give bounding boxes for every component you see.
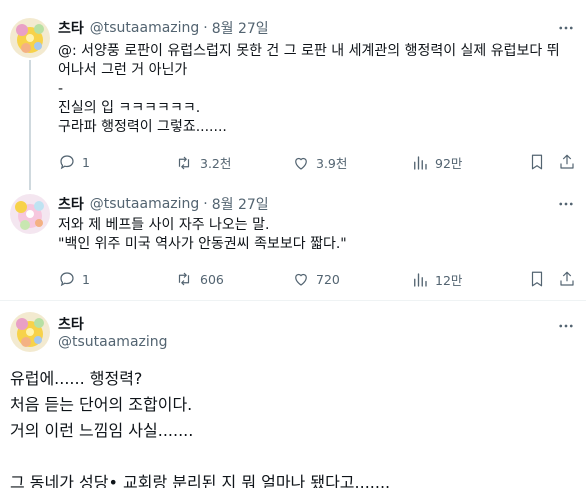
author-name[interactable]: 츠타 [58, 18, 84, 38]
post-divider [0, 300, 586, 301]
views-count: 92만 [435, 156, 463, 171]
post-text: @: 서양풍 로판이 유럽스럽지 못한 건 그 로판 내 세계관의 행정력이 실… [58, 43, 560, 135]
separator-dot: · [203, 196, 208, 212]
author-handle[interactable]: @tsutaamazing [58, 334, 168, 350]
share-icon[interactable] [558, 270, 576, 292]
post-header: 츠타 @tsutaamazing · 8월 27일 [58, 18, 269, 38]
post-text: 저와 제 베프들 사이 자주 나오는 말. "백인 위주 미국 역사가 안동권씨… [58, 217, 347, 252]
author-name[interactable]: 츠타 [58, 194, 84, 214]
avatar[interactable] [10, 194, 50, 234]
like-count: 3.9천 [316, 156, 348, 171]
avatar[interactable] [10, 18, 50, 58]
views-icon [414, 272, 427, 287]
reply-icon [60, 155, 74, 170]
repost-button[interactable]: 3.2천 [174, 153, 231, 172]
reply-count: 1 [82, 154, 90, 170]
repost-button[interactable]: 606 [174, 270, 224, 288]
like-button[interactable]: 3.9천 [292, 153, 347, 172]
post-header: 츠타 @tsutaamazing · 8월 27일 [58, 194, 269, 214]
repost-icon [178, 272, 190, 286]
reply-count: 1 [82, 271, 90, 287]
post-actions: 1 606 720 12만 [58, 270, 578, 290]
repost-icon [178, 156, 190, 169]
reply-button[interactable]: 1 [58, 270, 90, 288]
share-icon[interactable] [558, 153, 576, 175]
reply-button[interactable]: 1 [58, 153, 90, 171]
bookmark-icon[interactable] [528, 270, 546, 292]
post-actions: 1 3.2천 3.9천 92만 [58, 153, 578, 173]
like-icon [295, 157, 307, 170]
separator-dot: · [203, 20, 208, 36]
main-post-text: 유럽에...... 행정력? 처음 듣는 단어의 조합이다. 거의 이런 느낌임… [10, 369, 391, 488]
avatar[interactable] [10, 312, 50, 352]
author-handle[interactable]: @tsutaamazing [90, 196, 200, 212]
views-icon [414, 155, 427, 170]
thread-line [29, 60, 31, 190]
more-icon[interactable] [556, 194, 576, 214]
repost-count: 606 [200, 271, 224, 287]
reply-icon [60, 272, 74, 287]
author-handle[interactable]: @tsutaamazing [90, 20, 200, 36]
like-button[interactable]: 720 [292, 270, 340, 288]
more-icon[interactable] [556, 316, 576, 336]
bookmark-icon[interactable] [528, 153, 546, 175]
post-time[interactable]: 8월 27일 [212, 18, 269, 38]
author-name[interactable]: 츠타 [58, 314, 84, 334]
like-count: 720 [316, 271, 340, 287]
views-button[interactable]: 92만 [411, 153, 462, 172]
views-count: 12만 [435, 273, 463, 288]
views-button[interactable]: 12만 [411, 270, 462, 289]
more-icon[interactable] [556, 18, 576, 38]
repost-count: 3.2천 [200, 156, 232, 171]
like-icon [295, 273, 307, 286]
post-time[interactable]: 8월 27일 [212, 194, 269, 214]
